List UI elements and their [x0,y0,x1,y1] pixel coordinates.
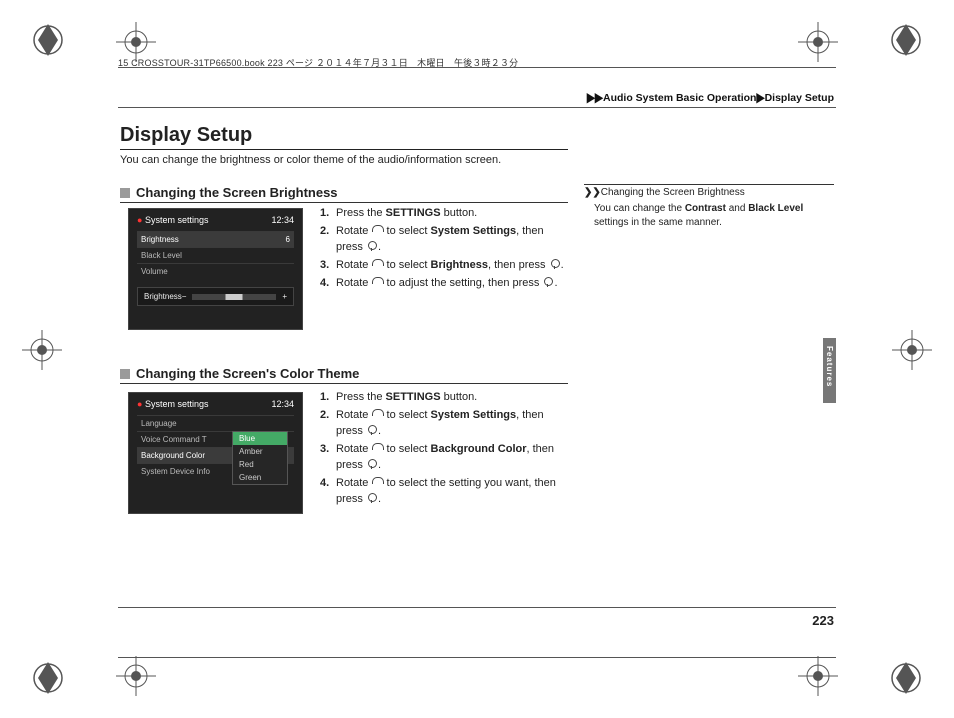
crop-mark-icon [28,20,68,60]
dial-icon [371,443,383,453]
header-rule [118,67,836,68]
step-number: 3. [320,442,336,474]
footer-rule [118,657,836,658]
step-text: Rotate to select System Settings, then p… [336,224,570,256]
menu-row: Black Level [137,247,294,263]
screenshot-color-theme: ● System settings 12:34 LanguageVoice Co… [128,392,303,514]
intro-text: You can change the brightness or color t… [120,154,568,166]
double-chevron-icon: ❯❯ [584,187,601,198]
step-text: Rotate to select Brightness, then press … [336,258,564,274]
step: 4.Rotate to select the setting you want,… [320,476,570,508]
dropdown-option: Amber [233,445,287,458]
register-mark-icon [116,656,156,696]
step: 1.Press the SETTINGS button. [320,206,570,222]
side-note: ❯❯Changing the Screen Brightness You can… [584,184,834,230]
steps-brightness: 1.Press the SETTINGS button.2.Rotate to … [320,206,570,294]
dial-icon [371,277,383,287]
register-mark-icon [22,330,62,370]
breadcrumb-item: Audio System Basic Operation [603,92,756,104]
press-icon [366,459,378,469]
plus-icon: + [282,292,287,301]
footer-label: Brightness [144,292,182,301]
dropdown-option: Blue [233,432,287,445]
crop-mark-icon [28,658,68,698]
title-rule [120,149,568,150]
clock: 12:34 [271,215,294,225]
step-number: 1. [320,206,336,222]
breadcrumb: ▶▶Audio System Basic Operation▶Display S… [587,92,834,104]
press-icon [542,277,554,287]
minus-icon: − [182,292,187,301]
step: 4.Rotate to adjust the setting, then pre… [320,276,570,292]
step-text: Rotate to select the setting you want, t… [336,476,570,508]
step: 3.Rotate to select Brightness, then pres… [320,258,570,274]
step: 2.Rotate to select System Settings, then… [320,224,570,256]
record-dot-icon: ● [137,399,142,409]
register-mark-icon [798,656,838,696]
dial-icon [371,477,383,487]
step-text: Rotate to select Background Color, then … [336,442,570,474]
step-text: Press the SETTINGS button. [336,390,477,406]
dropdown-options: BlueAmberRedGreen [232,431,288,485]
step-number: 1. [320,390,336,406]
dial-icon [371,225,383,235]
menu-row: Volume [137,263,294,279]
section-heading-label: Changing the Screen Brightness [136,185,338,200]
side-note-body: You can change the Contrast and Black Le… [594,202,834,230]
press-icon [366,425,378,435]
side-tab-features: Features [823,338,836,403]
page-title: Display Setup [120,124,252,147]
panel-title: System settings [145,399,209,409]
step-number: 4. [320,476,336,508]
chevron-right-icon: ▶▶ [587,91,603,105]
section-heading-brightness: Changing the Screen Brightness [120,185,568,203]
step: 1.Press the SETTINGS button. [320,390,570,406]
square-bullet-icon [120,369,130,379]
step: 3.Rotate to select Background Color, the… [320,442,570,474]
panel-title: System settings [145,215,209,225]
divider [118,607,836,608]
step-number: 4. [320,276,336,292]
step-number: 2. [320,224,336,256]
divider [118,107,836,108]
dial-icon [371,409,383,419]
screenshot-brightness: ● System settings 12:34 Brightness6Black… [128,208,303,330]
steps-color-theme: 1.Press the SETTINGS button.2.Rotate to … [320,390,570,510]
step: 2.Rotate to select System Settings, then… [320,408,570,440]
section-heading-label: Changing the Screen's Color Theme [136,366,359,381]
section-heading-color-theme: Changing the Screen's Color Theme [120,366,568,384]
register-mark-icon [892,330,932,370]
step-text: Rotate to select System Settings, then p… [336,408,570,440]
crop-mark-icon [886,658,926,698]
crop-mark-icon [886,20,926,60]
step-text: Rotate to adjust the setting, then press… [336,276,558,292]
breadcrumb-item: Display Setup [765,92,834,104]
dropdown-option: Red [233,458,287,471]
page-number: 223 [812,613,834,628]
side-note-heading: Changing the Screen Brightness [601,187,745,198]
step-number: 2. [320,408,336,440]
press-icon [366,241,378,251]
slider [192,294,276,300]
press-icon [366,493,378,503]
clock: 12:34 [271,399,294,409]
dial-icon [371,259,383,269]
menu-row: Brightness6 [137,231,294,247]
press-icon [549,259,561,269]
dropdown-option: Green [233,471,287,484]
menu-row: Language [137,415,294,431]
register-mark-icon [798,22,838,62]
square-bullet-icon [120,188,130,198]
step-number: 3. [320,258,336,274]
chevron-right-icon: ▶ [756,91,764,105]
step-text: Press the SETTINGS button. [336,206,477,222]
record-dot-icon: ● [137,215,142,225]
